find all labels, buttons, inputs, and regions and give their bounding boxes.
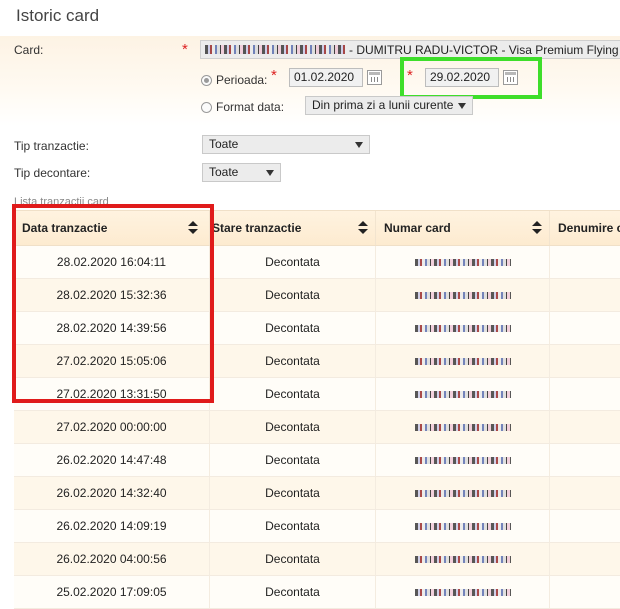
date-to-highlight	[400, 57, 542, 99]
cell-stare-tranzactie: Decontata	[210, 543, 376, 575]
cell-numar-card	[376, 543, 550, 575]
cell-data-tranzactie: 26.02.2020 14:32:40	[14, 477, 210, 509]
masked-card-number	[414, 259, 511, 267]
cell-numar-card	[376, 444, 550, 476]
card-label: Card:	[14, 43, 44, 57]
cell-numar-card	[376, 378, 550, 410]
masked-card-number	[414, 358, 511, 366]
tip-decontare-value: Toate	[209, 165, 239, 179]
column-header-denumire[interactable]: Denumire c	[550, 211, 620, 245]
cell-numar-card	[376, 477, 550, 509]
format-data-select[interactable]: Din prima zi a lunii curente	[305, 96, 473, 115]
calendar-from-icon[interactable]	[367, 70, 382, 85]
cell-data-tranzactie: 26.02.2020 14:09:19	[14, 510, 210, 542]
masked-card-number	[414, 589, 511, 597]
cell-numar-card	[376, 510, 550, 542]
masked-card-number	[414, 391, 511, 399]
tip-decontare-select[interactable]: Toate	[202, 163, 281, 182]
cell-numar-card	[376, 312, 550, 344]
card-required-mark: *	[182, 41, 188, 58]
perioada-radio[interactable]	[201, 75, 212, 86]
tip-tranzactie-select[interactable]: Toate	[202, 135, 370, 154]
cell-denumire	[550, 345, 620, 377]
table-row[interactable]: 27.02.2020 00:00:00 Decontata	[14, 411, 620, 444]
masked-card-number	[414, 523, 511, 531]
masked-card-number	[414, 490, 511, 498]
cell-denumire	[550, 378, 620, 410]
cell-stare-tranzactie: Decontata	[210, 510, 376, 542]
date-column-highlight	[12, 204, 214, 403]
cell-stare-tranzactie: Decontata	[210, 246, 376, 278]
format-data-radio[interactable]	[201, 102, 212, 113]
cell-denumire	[550, 279, 620, 311]
tip-decontare-label: Tip decontare:	[14, 166, 91, 180]
cell-stare-tranzactie: Decontata	[210, 576, 376, 608]
column-header-label: Denumire c	[558, 221, 620, 235]
cell-stare-tranzactie: Decontata	[210, 345, 376, 377]
cell-data-tranzactie: 27.02.2020 00:00:00	[14, 411, 210, 443]
cell-numar-card	[376, 411, 550, 443]
masked-card-number	[414, 292, 511, 300]
card-select-value: - DUMITRU RADU-VICTOR - Visa Premium Fly…	[349, 42, 620, 57]
masked-card-number	[414, 457, 511, 465]
cell-denumire	[550, 510, 620, 542]
chevron-down-icon	[266, 170, 274, 176]
cell-stare-tranzactie: Decontata	[210, 312, 376, 344]
masked-card-number	[414, 424, 511, 432]
format-data-value: Din prima zi a lunii curente	[312, 98, 454, 112]
tip-tranzactie-value: Toate	[209, 137, 239, 151]
chevron-down-icon	[355, 142, 363, 148]
perioada-label: Perioada:	[216, 73, 268, 87]
column-header-label: Numar card	[384, 221, 451, 235]
cell-denumire	[550, 312, 620, 344]
cell-stare-tranzactie: Decontata	[210, 444, 376, 476]
cell-stare-tranzactie: Decontata	[210, 477, 376, 509]
masked-card-number	[414, 325, 511, 333]
table-row[interactable]: 26.02.2020 14:09:19 Decontata	[14, 510, 620, 543]
cell-denumire	[550, 576, 620, 608]
column-header-stare-tranzactie[interactable]: Stare tranzactie	[210, 211, 376, 245]
tip-tranzactie-label: Tip tranzactie:	[14, 139, 89, 153]
cell-numar-card	[376, 345, 550, 377]
table-row[interactable]: 26.02.2020 04:00:56 Decontata	[14, 543, 620, 576]
masked-card-number	[414, 556, 511, 564]
masked-card-number	[205, 45, 345, 54]
cell-stare-tranzactie: Decontata	[210, 279, 376, 311]
chevron-down-icon	[458, 103, 466, 109]
cell-numar-card	[376, 279, 550, 311]
format-data-label: Format data:	[216, 100, 285, 114]
table-row[interactable]: 26.02.2020 14:47:48 Decontata	[14, 444, 620, 477]
cell-denumire	[550, 444, 620, 476]
column-header-numar-card[interactable]: Numar card	[376, 211, 550, 245]
cell-data-tranzactie: 26.02.2020 04:00:56	[14, 543, 210, 575]
cell-denumire	[550, 477, 620, 509]
sort-icon[interactable]	[358, 221, 368, 235]
date-from-input[interactable]: 01.02.2020	[289, 68, 363, 87]
cell-denumire	[550, 411, 620, 443]
cell-denumire	[550, 246, 620, 278]
cell-stare-tranzactie: Decontata	[210, 411, 376, 443]
perioada-required-mark: *	[271, 67, 277, 84]
column-header-label: Stare tranzactie	[212, 221, 302, 235]
table-row[interactable]: 26.02.2020 14:32:40 Decontata	[14, 477, 620, 510]
cell-stare-tranzactie: Decontata	[210, 378, 376, 410]
cell-denumire	[550, 543, 620, 575]
cell-numar-card	[376, 576, 550, 608]
cell-numar-card	[376, 246, 550, 278]
sort-icon[interactable]	[532, 221, 542, 235]
cell-data-tranzactie: 25.02.2020 17:09:05	[14, 576, 210, 608]
table-row[interactable]: 25.02.2020 17:09:05 Decontata	[14, 576, 620, 609]
cell-data-tranzactie: 26.02.2020 14:47:48	[14, 444, 210, 476]
page-title: Istoric card	[16, 6, 100, 25]
